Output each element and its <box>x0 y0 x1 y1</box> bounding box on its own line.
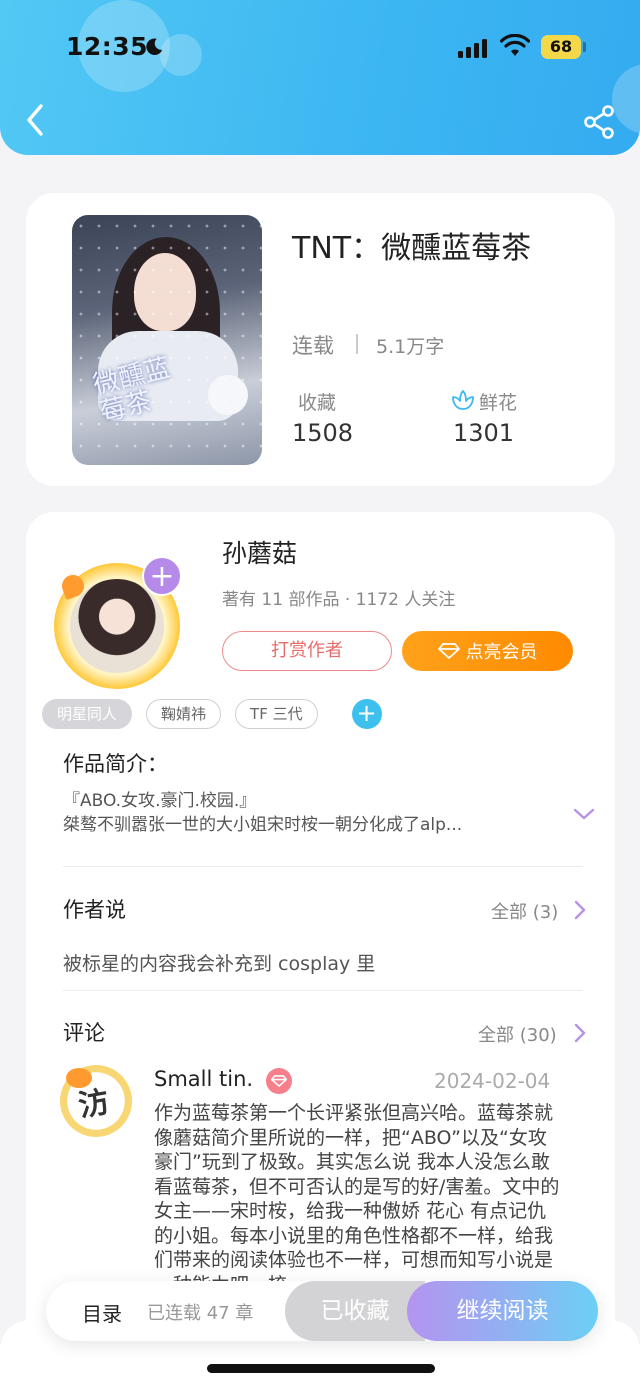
cellular-signal-icon <box>458 38 487 58</box>
flowers-count: 1301 <box>453 419 515 447</box>
chevron-right-icon[interactable] <box>573 1022 587 1044</box>
back-button[interactable] <box>20 100 52 140</box>
chapter-count[interactable]: 已连载 47 章 <box>147 1299 253 1325</box>
status-bar: 12:35 68 <box>0 0 640 96</box>
reward-author-button[interactable]: 打赏作者 <box>222 631 392 671</box>
header: 12:35 68 <box>0 0 640 155</box>
flower-icon <box>452 390 474 410</box>
section-divider <box>63 990 583 991</box>
author-says-title: 作者说 <box>63 898 126 922</box>
book-info-card: 微醺蓝莓茶 TNT：微醺蓝莓茶 连载 5.1万字 收藏 1508 鲜花 1301 <box>26 193 615 486</box>
author-meta: 著有 11 部作品 · 1172 人关注 <box>222 590 456 610</box>
commenter-name[interactable]: Small tin. <box>154 1067 253 1091</box>
intro-line: 桀骜不驯嚣张一世的大小姐宋时桉一朝分化成了alp... <box>63 815 463 835</box>
chevron-left-icon <box>27 104 43 136</box>
home-indicator[interactable] <box>207 1364 435 1373</box>
intro-line: 『ABO.女攻.豪门.校园.』 <box>63 791 257 811</box>
comment-date: 2024-02-04 <box>434 1069 551 1093</box>
flowers-label: 鲜花 <box>479 392 518 414</box>
detail-card: + 孙蘑菇 著有 11 部作品 · 1172 人关注 打赏作者 点亮会员 明星同… <box>26 512 615 1342</box>
book-status: 连载 <box>292 334 334 358</box>
author-badge-icon <box>66 1068 92 1088</box>
battery-tip <box>583 42 586 52</box>
diamond-icon <box>271 1075 287 1087</box>
word-count: 5.1万字 <box>376 336 445 358</box>
vip-button[interactable]: 点亮会员 <box>402 631 573 671</box>
favorites-label: 收藏 <box>298 392 337 414</box>
author-says-all-link[interactable]: 全部 (3) <box>491 898 558 924</box>
comments-all-link[interactable]: 全部 (30) <box>478 1021 557 1047</box>
diamond-icon <box>437 643 460 659</box>
tag-item[interactable]: 鞠婧祎 <box>146 699 222 729</box>
section-divider <box>63 866 583 867</box>
status-divider <box>356 334 358 354</box>
tag-list: 明星同人 鞠婧祎 TF 三代 + <box>42 699 382 729</box>
battery-indicator: 68 <box>541 35 581 59</box>
share-icon <box>584 105 614 139</box>
status-time: 12:35 <box>66 32 149 61</box>
follow-author-button[interactable]: + <box>142 556 182 596</box>
favorites-count: 1508 <box>292 419 354 447</box>
wifi-icon <box>500 34 530 56</box>
vip-badge <box>266 1068 292 1094</box>
author-says-text: 被标星的内容我会补充到 cosplay 里 <box>63 953 376 975</box>
author-name[interactable]: 孙蘑菇 <box>222 534 297 570</box>
cover-snow-overlay <box>72 215 262 465</box>
tag-item[interactable]: TF 三代 <box>235 699 318 729</box>
intro-text[interactable]: 『ABO.女攻.豪门.校园.』 桀骜不驯嚣张一世的大小姐宋时桉一朝分化成了alp… <box>63 789 563 837</box>
moon-icon <box>146 38 163 55</box>
continue-reading-button[interactable]: 继续阅读 <box>407 1281 598 1341</box>
add-tag-button[interactable]: + <box>351 699 382 729</box>
comment-text[interactable]: 作为蓝莓茶第一个长评紧张但高兴哈。蓝莓茶就像蘑菇简介里所说的一样，把“ABO”以… <box>154 1101 564 1291</box>
comments-title: 评论 <box>63 1021 105 1045</box>
chevron-down-icon <box>573 808 595 820</box>
chevron-right-icon[interactable] <box>573 899 587 921</box>
tag-item[interactable]: 明星同人 <box>42 699 133 729</box>
bottom-action-bar: 目录 已连载 47 章 已收藏 继续阅读 <box>46 1281 598 1341</box>
expand-intro-button[interactable] <box>572 806 596 822</box>
book-title: TNT：微醺蓝莓茶 <box>292 231 532 266</box>
vip-button-label: 点亮会员 <box>465 642 538 663</box>
book-cover[interactable]: 微醺蓝莓茶 <box>72 215 262 465</box>
intro-title: 作品简介： <box>63 752 168 776</box>
share-button[interactable] <box>580 102 620 142</box>
toc-button[interactable]: 目录 <box>82 1298 122 1327</box>
collected-button[interactable]: 已收藏 <box>285 1281 425 1341</box>
